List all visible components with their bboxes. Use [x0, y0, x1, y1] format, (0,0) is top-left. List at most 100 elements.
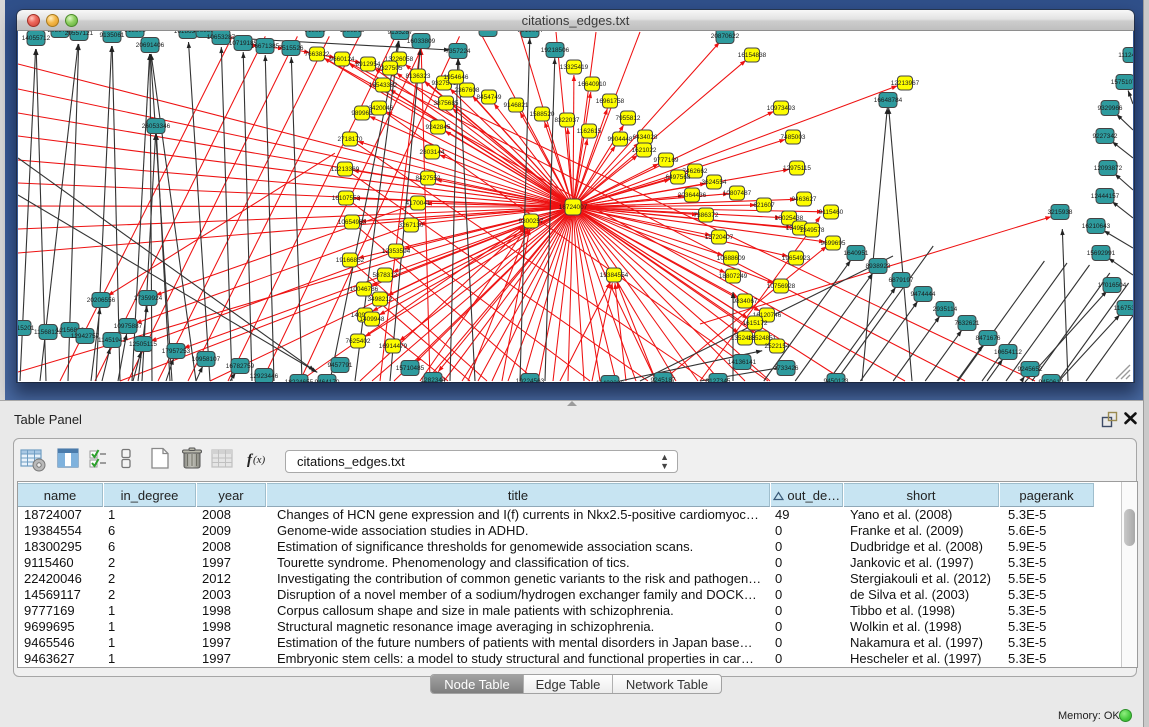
- svg-text:9135061: 9135061: [100, 32, 125, 39]
- svg-text:16107553: 16107553: [332, 195, 361, 202]
- svg-text:16671385: 16671385: [251, 43, 280, 50]
- svg-text:6434028: 6434028: [633, 134, 658, 141]
- svg-text:9660124: 9660124: [330, 56, 355, 63]
- svg-text:12505115: 12505115: [129, 341, 157, 348]
- svg-text:3215938: 3215938: [1048, 209, 1073, 216]
- svg-text:621607: 621607: [753, 202, 775, 209]
- svg-text:8127345: 8127345: [706, 378, 731, 382]
- svg-text:11124507: 11124507: [1118, 52, 1133, 59]
- svg-text:1162615: 1162615: [577, 128, 602, 135]
- svg-text:1588520: 1588520: [530, 111, 555, 118]
- svg-text:3624554: 3624554: [702, 179, 727, 186]
- svg-text:8322037: 8322037: [555, 117, 580, 124]
- svg-text:2367608: 2367608: [455, 87, 480, 94]
- svg-text:17359924: 17359924: [134, 295, 163, 302]
- svg-text:7515526: 7515526: [279, 45, 304, 52]
- svg-text:14055712: 14055712: [22, 35, 51, 42]
- svg-text:14136141: 14136141: [728, 359, 757, 366]
- svg-text:12213369: 12213369: [331, 166, 360, 173]
- svg-text:2803144: 2803144: [420, 149, 445, 156]
- svg-text:1167534: 1167534: [1114, 305, 1133, 312]
- svg-text:8471676: 8471676: [976, 335, 1001, 342]
- svg-text:9474444: 9474444: [911, 291, 936, 298]
- svg-text:17016504: 17016504: [1098, 282, 1127, 289]
- svg-text:10654983: 10654983: [338, 219, 367, 226]
- svg-text:16543382: 16543382: [369, 82, 398, 89]
- svg-text:9457791: 9457791: [328, 362, 353, 369]
- svg-text:6497568: 6497568: [666, 174, 691, 181]
- svg-text:26053346: 26053346: [142, 123, 171, 130]
- svg-text:8427552: 8427552: [416, 175, 441, 182]
- svg-text:16782759: 16782759: [226, 363, 255, 370]
- svg-text:2522154: 2522154: [765, 343, 790, 350]
- svg-text:9329966: 9329966: [1098, 105, 1123, 112]
- svg-text:6879197: 6879197: [889, 277, 914, 284]
- svg-text:10958107: 10958107: [192, 356, 221, 363]
- svg-text:1349578: 1349578: [800, 227, 825, 234]
- svg-text:1921850: 1921850: [476, 31, 501, 33]
- svg-text:19218506: 19218506: [541, 47, 570, 54]
- svg-text:3498212: 3498212: [368, 296, 393, 303]
- svg-text:12923446: 12923446: [250, 373, 279, 380]
- svg-text:2935114: 2935114: [933, 306, 958, 313]
- svg-text:12093872: 12093872: [1094, 165, 1123, 172]
- svg-text:9450123: 9450123: [824, 378, 849, 382]
- svg-text:19654923: 19654923: [782, 255, 811, 262]
- svg-text:16961758: 16961758: [596, 98, 625, 105]
- svg-text:7357224: 7357224: [446, 48, 471, 55]
- svg-text:913501: 913501: [124, 31, 146, 34]
- svg-text:13325419: 13325419: [560, 64, 589, 71]
- svg-text:10756928: 10756928: [767, 283, 796, 290]
- svg-text:9300257: 9300257: [519, 218, 544, 225]
- svg-text:18807249: 18807249: [719, 273, 748, 280]
- svg-text:8938923: 8938923: [866, 263, 891, 270]
- svg-text:1733426: 1733426: [774, 365, 799, 372]
- svg-text:12975115: 12975115: [783, 165, 811, 172]
- svg-text:4170041: 4170041: [406, 200, 431, 207]
- svg-text:3875685: 3875685: [434, 100, 459, 107]
- svg-text:16914479: 16914479: [379, 343, 408, 350]
- svg-text:1954646: 1954646: [444, 74, 469, 81]
- svg-text:16648784: 16648784: [874, 97, 903, 104]
- svg-text:7386372: 7386372: [694, 212, 719, 219]
- svg-text:18724007: 18724007: [559, 204, 588, 211]
- svg-text:9327505: 9327505: [378, 65, 403, 72]
- svg-text:1409948: 1409948: [360, 316, 385, 323]
- svg-text:12353594: 12353594: [382, 248, 411, 255]
- svg-text:8136323: 8136323: [406, 73, 431, 80]
- svg-text:16033809: 16033809: [407, 38, 436, 45]
- svg-text:1358216: 1358216: [340, 31, 365, 34]
- svg-text:12942757: 12942757: [71, 333, 100, 340]
- svg-text:7625402: 7625402: [346, 338, 371, 345]
- svg-text:1615172: 1615172: [743, 320, 768, 327]
- svg-text:12213967: 12213967: [891, 80, 920, 87]
- svg-text:1282344: 1282344: [421, 377, 446, 382]
- svg-text:7632621: 7632621: [955, 320, 980, 327]
- svg-text:10807487: 10807487: [723, 190, 752, 197]
- svg-text:7485003: 7485003: [781, 134, 806, 141]
- svg-text:9245187: 9245187: [651, 377, 676, 382]
- svg-text:9777169: 9777169: [654, 157, 679, 164]
- svg-text:16640910: 16640910: [578, 81, 607, 88]
- svg-text:(x): (x): [253, 454, 266, 466]
- svg-text:3267130: 3267130: [399, 222, 424, 229]
- svg-text:7955812: 7955812: [616, 115, 641, 122]
- svg-text:20557121: 20557121: [65, 31, 94, 37]
- svg-text:20206556: 20206556: [87, 297, 116, 304]
- svg-text:7663822: 7663822: [305, 51, 330, 58]
- svg-text:15751074: 15751074: [1111, 79, 1133, 86]
- svg-text:20691406: 20691406: [136, 42, 165, 49]
- svg-text:9464170: 9464170: [315, 379, 340, 382]
- svg-text:8813054: 8813054: [518, 31, 543, 34]
- svg-text:1640951: 1640951: [844, 250, 869, 257]
- svg-text:9135287: 9135287: [388, 31, 413, 36]
- svg-text:20364436: 20364436: [678, 192, 707, 199]
- svg-text:10654112: 10654112: [994, 349, 1022, 356]
- svg-text:15710485: 15710485: [396, 365, 425, 372]
- svg-text:5878312: 5878312: [373, 272, 398, 279]
- svg-text:9904448: 9904448: [608, 136, 633, 143]
- svg-text:2718170: 2718170: [338, 136, 363, 143]
- svg-text:19384554: 19384554: [600, 272, 629, 279]
- svg-text:913528: 913528: [304, 31, 326, 34]
- svg-text:9463627: 9463627: [792, 196, 817, 203]
